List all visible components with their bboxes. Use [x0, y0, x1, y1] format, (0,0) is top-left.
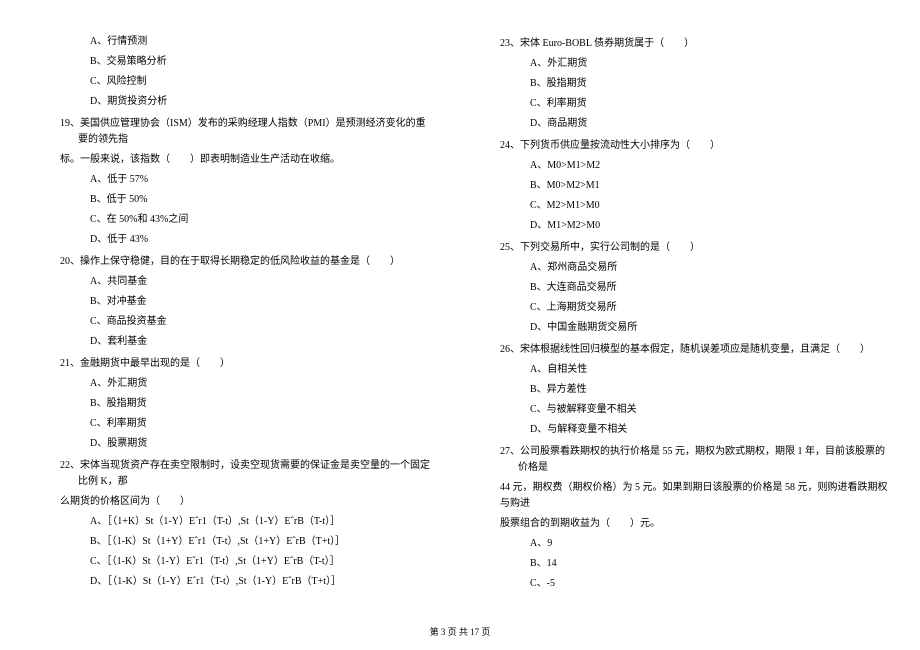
option-18c: C、风险控制	[90, 74, 430, 90]
option-19c: C、在 50%和 43%之间	[90, 212, 430, 228]
option-24b: B、M0>M2>M1	[530, 178, 890, 194]
question-25: 25、下列交易所中，实行公司制的是（ ）	[500, 240, 890, 256]
option-18a: A、行情预测	[90, 34, 430, 50]
question-22-cont: 么期货的价格区间为（ ）	[60, 494, 430, 510]
option-25d: D、中国金融期货交易所	[530, 320, 890, 336]
option-20c: C、商品投资基金	[90, 314, 430, 330]
option-22c: C、［（1-K）St（1-Y）Eˆr1（T-t）,St（1+Y）EˆrB（T-t…	[90, 554, 430, 570]
option-23d: D、商品期货	[530, 116, 890, 132]
option-19b: B、低于 50%	[90, 192, 430, 208]
option-22a: A、［（1+K）St（1-Y）Eˆr1（T-t）,St（1-Y）EˆrB（T-t…	[90, 514, 430, 530]
option-25a: A、郑州商品交易所	[530, 260, 890, 276]
option-23b: B、股指期货	[530, 76, 890, 92]
option-27a: A、9	[530, 536, 890, 552]
option-22b: B、［（1-K）St（1+Y）Eˆr1（T-t）,St（1+Y）EˆrB（T+t…	[90, 534, 430, 550]
question-24: 24、下列货币供应量按流动性大小排序为（ ）	[500, 138, 890, 154]
option-21d: D、股票期货	[90, 436, 430, 452]
option-20d: D、套利基金	[90, 334, 430, 350]
option-26c: C、与被解释变量不相关	[530, 402, 890, 418]
option-19a: A、低于 57%	[90, 172, 430, 188]
question-27-cont2: 股票组合的到期收益为（ ）元。	[500, 516, 890, 532]
option-26a: A、自相关性	[530, 362, 890, 378]
question-20: 20、操作上保守稳健，目的在于取得长期稳定的低风险收益的基金是（ ）	[60, 254, 430, 270]
left-column: A、行情预测 B、交易策略分析 C、风险控制 D、期货投资分析 19、美国供应管…	[0, 30, 460, 620]
option-27b: B、14	[530, 556, 890, 572]
option-20a: A、共同基金	[90, 274, 430, 290]
option-20b: B、对冲基金	[90, 294, 430, 310]
question-19-cont: 标。一般来说，该指数（ ）即表明制造业生产活动在收缩。	[60, 152, 430, 168]
right-column: 23、宋体 Euro-BOBL 债券期货属于（ ） A、外汇期货 B、股指期货 …	[460, 30, 920, 620]
page-content: A、行情预测 B、交易策略分析 C、风险控制 D、期货投资分析 19、美国供应管…	[0, 30, 920, 620]
question-22: 22、宋体当现货资产存在卖空限制时，设卖空现货需要的保证金是卖空量的一个固定比例…	[60, 458, 430, 490]
option-26d: D、与解释变量不相关	[530, 422, 890, 438]
option-23a: A、外汇期货	[530, 56, 890, 72]
question-27: 27、公司股票看跌期权的执行价格是 55 元，期权为欧式期权，期限 1 年，目前…	[500, 444, 890, 476]
option-24d: D、M1>M2>M0	[530, 218, 890, 234]
option-25c: C、上海期货交易所	[530, 300, 890, 316]
option-27c: C、-5	[530, 576, 890, 592]
page-footer: 第 3 页 共 17 页	[0, 625, 920, 638]
option-25b: B、大连商品交易所	[530, 280, 890, 296]
option-22d: D、［（1-K）St（1-Y）Eˆr1（T-t）,St（1-Y）EˆrB（T+t…	[90, 574, 430, 590]
option-26b: B、异方差性	[530, 382, 890, 398]
option-19d: D、低于 43%	[90, 232, 430, 248]
question-19: 19、美国供应管理协会（ISM）发布的采购经理人指数（PMI）是预测经济变化的重…	[60, 116, 430, 148]
option-21b: B、股指期货	[90, 396, 430, 412]
question-26: 26、宋体根据线性回归模型的基本假定，随机误差项应是随机变量，且满足（ ）	[500, 342, 890, 358]
option-23c: C、利率期货	[530, 96, 890, 112]
option-21c: C、利率期货	[90, 416, 430, 432]
option-18d: D、期货投资分析	[90, 94, 430, 110]
question-23: 23、宋体 Euro-BOBL 债券期货属于（ ）	[500, 36, 890, 52]
option-21a: A、外汇期货	[90, 376, 430, 392]
question-27-cont1: 44 元，期权费（期权价格）为 5 元。如果到期日该股票的价格是 58 元，则购…	[500, 480, 890, 512]
option-24a: A、M0>M1>M2	[530, 158, 890, 174]
option-24c: C、M2>M1>M0	[530, 198, 890, 214]
option-18b: B、交易策略分析	[90, 54, 430, 70]
question-21: 21、金融期货中最早出现的是（ ）	[60, 356, 430, 372]
